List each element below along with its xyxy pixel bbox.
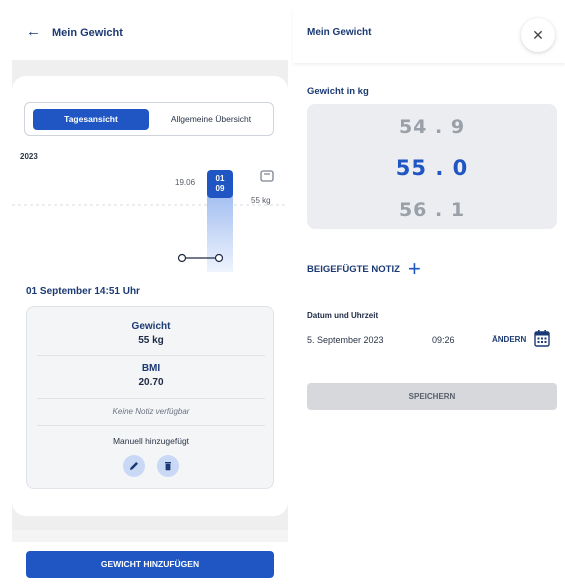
picker-value-below[interactable]: 56 . 1	[307, 199, 557, 221]
add-weight-button[interactable]: GEWICHT HINZUFÜGEN	[26, 551, 274, 578]
picker-value-above[interactable]: 54 . 9	[307, 116, 557, 138]
tab-allgemeine-uebersicht[interactable]: Allgemeine Übersicht	[153, 109, 269, 130]
bmi-label: BMI	[141, 363, 161, 374]
selected-day-line1: 01	[216, 174, 225, 183]
weight-chart[interactable]: 01 09 19.06 55 kg	[0, 160, 288, 275]
previous-date-label: 19.06	[175, 178, 196, 187]
weight-input-label: Gewicht in kg	[307, 86, 369, 97]
bmi-value: 20.70	[138, 377, 164, 388]
weight-value: 55 kg	[138, 335, 164, 346]
save-button[interactable]: SPEICHERN	[307, 383, 557, 410]
close-button[interactable]: ✕	[521, 18, 555, 52]
entry-source: Manuell hinzugefügt	[112, 436, 190, 446]
trash-icon	[165, 462, 171, 471]
arrow-left-icon[interactable]: ←	[26, 24, 41, 40]
selected-day-line2: 09	[216, 184, 225, 193]
weight-axis-label: 55 kg	[251, 196, 271, 205]
delete-button[interactable]	[157, 455, 179, 477]
divider	[37, 425, 265, 426]
scale-icon	[260, 170, 274, 182]
weight-detail-card: Gewicht 55 kg BMI 20.70 Keine Notiz verf…	[26, 306, 274, 489]
calendar-icon[interactable]	[534, 329, 550, 347]
tab-tagesansicht[interactable]: Tagesansicht	[33, 109, 149, 130]
page-title: Mein Gewicht	[52, 27, 123, 39]
date-value: 5. September 2023	[307, 335, 384, 345]
pencil-icon	[130, 462, 138, 470]
modal-title: Mein Gewicht	[307, 27, 372, 38]
data-point-previous[interactable]	[177, 253, 187, 263]
edit-button[interactable]	[123, 455, 145, 477]
note-text: Keine Notiz verfügbar	[112, 407, 190, 416]
time-value: 09:26	[432, 335, 455, 345]
weight-picker[interactable]: 54 . 9 55 . 0 56 . 1	[307, 104, 557, 229]
modal-header: Mein Gewicht ✕	[293, 8, 565, 63]
weight-label: Gewicht	[131, 321, 171, 332]
change-datetime-button[interactable]: ÄNDERN	[492, 335, 526, 344]
divider	[37, 355, 265, 356]
weight-overview-screen: ← Mein Gewicht Tagesansicht Allgemeine Ü…	[0, 0, 288, 584]
plus-icon[interactable]: +	[408, 258, 421, 280]
view-toggle: Tagesansicht Allgemeine Übersicht	[24, 102, 274, 136]
picker-value-selected[interactable]: 55 . 0	[307, 156, 557, 180]
attach-note-label[interactable]: BEIGEFÜGTE NOTIZ	[307, 264, 400, 275]
data-point-selected[interactable]	[214, 253, 224, 263]
top-bar: ← Mein Gewicht	[0, 0, 288, 60]
datetime-label: Datum und Uhrzeit	[307, 311, 379, 320]
bottom-spacer	[12, 530, 288, 542]
close-icon: ✕	[532, 27, 544, 43]
add-weight-screen: Mein Gewicht ✕ Gewicht in kg 54 . 9 55 .…	[293, 0, 565, 584]
detail-date-title: 01 September 14:51 Uhr	[26, 286, 140, 297]
divider	[37, 398, 265, 399]
